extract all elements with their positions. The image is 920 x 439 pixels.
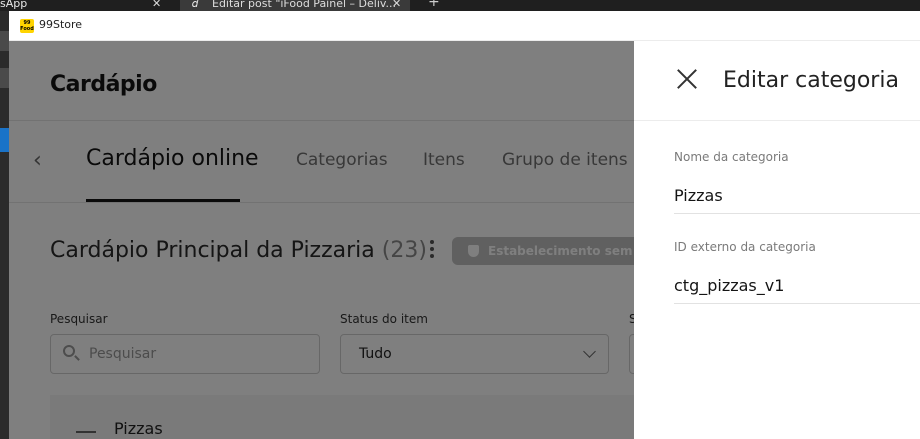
app-logo-icon: 99 Food	[20, 19, 34, 33]
category-name-label: Nome da categoria	[674, 150, 789, 164]
new-tab-button[interactable]: +	[428, 0, 440, 10]
app-title: 99Store	[39, 18, 83, 31]
drawer-header: Editar categoria	[634, 41, 920, 121]
tab-favicon-icon: 𝑑	[192, 0, 199, 10]
drawer-title: Editar categoria	[723, 68, 899, 93]
external-id-field[interactable]: ctg_pizzas_v1	[674, 268, 920, 304]
browser-tab-strip: sApp ✕ 𝑑 Editar post "iFood Painel – Del…	[0, 0, 920, 11]
edit-category-drawer: Editar categoria Nome da categoria Pizza…	[634, 41, 920, 439]
side-active-marker	[0, 128, 9, 152]
modal-overlay[interactable]	[9, 41, 634, 439]
app-title-bar: 99 Food 99Store	[9, 11, 920, 41]
external-id-label: ID externo da categoria	[674, 240, 816, 254]
side-marker	[0, 68, 9, 88]
close-icon[interactable]	[676, 68, 698, 90]
active-browser-tab[interactable]: 𝑑 Editar post "iFood Painel – Deliv...	[180, 0, 410, 11]
left-side-strip	[0, 11, 9, 439]
app-logo-text: 99 Food	[20, 20, 34, 32]
browser-tab[interactable]: sApp	[0, 0, 27, 11]
close-tab-icon[interactable]: ✕	[392, 0, 401, 11]
browser-tab-label: Editar post "iFood Painel – Deliv...	[212, 0, 397, 10]
close-tab-icon[interactable]: ✕	[152, 0, 161, 11]
side-marker	[0, 31, 9, 51]
category-name-field[interactable]: Pizzas	[674, 178, 920, 214]
